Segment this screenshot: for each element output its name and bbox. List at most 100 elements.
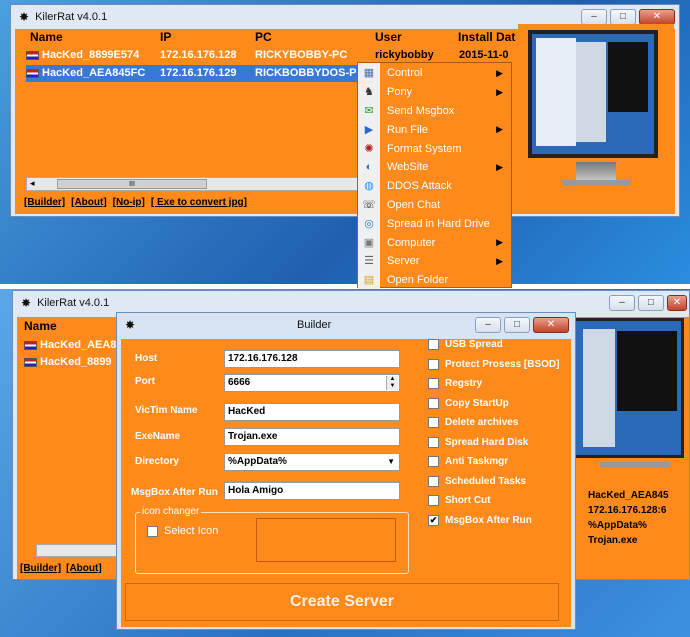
checkbox-box[interactable] xyxy=(428,436,439,448)
menu-item-label: Pony xyxy=(387,86,413,99)
horizontal-scrollbar[interactable] xyxy=(36,544,118,557)
minimize-button[interactable]: – xyxy=(609,295,635,311)
create-server-button[interactable]: Create Server xyxy=(125,583,559,621)
exe-to-jpg-link[interactable]: [ Exe to convert jpg] xyxy=(151,197,247,208)
menu-item-control[interactable]: ▦ Control ▶ xyxy=(358,64,511,83)
checkbox-box[interactable] xyxy=(428,475,439,487)
port-input[interactable]: 6666 ▲ ▼ xyxy=(224,374,400,392)
maximize-button[interactable]: □ xyxy=(610,9,636,25)
menu-item-computer[interactable]: ▣ Computer ▶ xyxy=(358,233,511,252)
exename-input[interactable]: Trojan.exe xyxy=(224,428,400,446)
option-label: Scheduled Tasks xyxy=(445,475,526,487)
icon-preview-box[interactable] xyxy=(256,518,396,562)
column-header-user[interactable]: User xyxy=(375,30,402,44)
msgbox-input[interactable]: Hola Amigo xyxy=(224,482,400,500)
menu-item-label: DDOS Attack xyxy=(387,180,452,193)
menu-item-run-file[interactable]: ▶ Run File ▶ xyxy=(358,120,511,139)
builder-title: Builder xyxy=(297,319,332,331)
run-file-icon: ▶ xyxy=(364,123,374,136)
noip-link[interactable]: [No-ip] xyxy=(113,197,145,208)
checkbox-box[interactable] xyxy=(428,495,439,507)
option-label: Anti Taskmgr xyxy=(445,456,509,468)
bottom-links-bar: [Builder] [About] xyxy=(20,563,102,574)
option-label: Protect Prosess [BSOD] xyxy=(445,358,560,370)
server-icon: ☰ xyxy=(364,255,374,268)
info-host: 172.16.176.128:6 xyxy=(588,505,667,516)
checkbox-box[interactable] xyxy=(428,378,439,390)
about-link[interactable]: [About] xyxy=(71,197,107,208)
spin-buttons[interactable]: ▲ ▼ xyxy=(386,376,398,390)
checkbox-box[interactable] xyxy=(428,358,439,370)
column-header-ip[interactable]: IP xyxy=(160,30,171,44)
victim-row[interactable]: HacKed_8899E574 172.16.176.128 RICKYBOBB… xyxy=(26,47,516,63)
create-server-label: Create Server xyxy=(289,593,395,610)
builder-link[interactable]: [Builder] xyxy=(20,563,61,574)
option-anti-taskmgr[interactable]: Anti Taskmgr xyxy=(428,452,578,472)
menu-item-website[interactable]: ◐ WebSite ▶ xyxy=(358,158,511,177)
menu-item-server[interactable]: ☰ Server ▶ xyxy=(358,252,511,271)
select-icon-checkbox[interactable]: Select Icon xyxy=(147,525,218,537)
checkbox-box[interactable] xyxy=(428,456,439,468)
victim-row-selected[interactable]: HacKed_AEA845FC 172.16.176.129 RICKBOBBY… xyxy=(26,65,362,82)
column-header-name[interactable]: Name xyxy=(30,30,63,44)
row-ip: 172.16.176.128 xyxy=(160,49,237,61)
option-short-cut[interactable]: Short Cut xyxy=(428,491,578,511)
msgbox-icon: ✉ xyxy=(364,104,374,117)
maximize-button[interactable]: □ xyxy=(504,317,530,333)
menu-item-open-chat[interactable]: ☏ Open Chat xyxy=(358,196,511,215)
remote-screen-thumbnail xyxy=(572,318,684,458)
menu-item-pony[interactable]: ♞ Pony ▶ xyxy=(358,83,511,102)
menu-item-label: Control xyxy=(387,67,423,80)
minimize-button[interactable]: – xyxy=(581,9,607,25)
option-copy-startup[interactable]: Copy StartUp xyxy=(428,394,578,414)
menu-item-label: Spread in Hard Drive xyxy=(387,217,490,230)
victim-info-panel: HacKed_AEA845 172.16.176.128:6 %AppData%… xyxy=(588,488,688,548)
minimize-button[interactable]: – xyxy=(475,317,501,333)
option-msgbox-after-run[interactable]: ✔ MsgBox After Run xyxy=(428,511,578,531)
spin-down-icon[interactable]: ▼ xyxy=(387,383,398,390)
app-logo-icon: ✸ xyxy=(21,296,32,310)
option-usb-spread[interactable]: USB Spread xyxy=(428,335,578,355)
column-header-install[interactable]: Install Dat xyxy=(458,30,516,44)
checkbox-box[interactable] xyxy=(428,417,439,429)
directory-select[interactable]: %AppData% ▼ xyxy=(224,453,400,471)
check-icon[interactable]: ✔ xyxy=(428,514,439,526)
checkbox-box[interactable] xyxy=(428,397,439,409)
chevron-down-icon[interactable]: ▼ xyxy=(387,454,395,470)
about-link[interactable]: [About] xyxy=(66,563,102,574)
flag-icon xyxy=(26,50,39,60)
close-button[interactable]: ✕ xyxy=(639,9,675,25)
spin-up-icon[interactable]: ▲ xyxy=(387,376,398,383)
menu-item-open-folder[interactable]: ▤ Open Folder xyxy=(358,271,511,290)
option-delete-archives[interactable]: Delete archives xyxy=(428,413,578,433)
option-spread-hard-disk[interactable]: Spread Hard Disk xyxy=(428,433,578,453)
menu-item-ddos-attack[interactable]: ◍ DDOS Attack xyxy=(358,177,511,196)
bottom-window-title: KilerRat v4.0.1 xyxy=(37,297,110,309)
option-protect-prosess-bsod[interactable]: Protect Prosess [BSOD] xyxy=(428,355,578,375)
builder-link[interactable]: [Builder] xyxy=(24,197,65,208)
app-logo-icon: ✸ xyxy=(19,10,30,24)
maximize-button[interactable]: □ xyxy=(638,295,664,311)
option-regstry[interactable]: Regstry xyxy=(428,374,578,394)
victim-row[interactable]: HacKed_8899 xyxy=(24,356,112,368)
close-button[interactable]: ✕ xyxy=(667,295,687,311)
host-input[interactable]: 172.16.176.128 xyxy=(224,350,400,368)
checkbox-box[interactable] xyxy=(428,339,439,351)
close-button[interactable]: ✕ xyxy=(533,317,569,333)
app-logo-icon: ✸ xyxy=(125,318,136,332)
info-name: HacKed_AEA845 xyxy=(588,490,669,501)
menu-item-format-system[interactable]: ✺ Format System xyxy=(358,139,511,158)
option-scheduled-tasks[interactable]: Scheduled Tasks xyxy=(428,472,578,492)
column-header-pc[interactable]: PC xyxy=(255,30,272,44)
menu-item-send-msgbox[interactable]: ✉ Send Msgbox xyxy=(358,102,511,121)
option-label: Copy StartUp xyxy=(445,397,509,409)
horizontal-scrollbar[interactable]: ◂ III xyxy=(26,177,358,191)
column-header-name[interactable]: Name xyxy=(24,319,57,333)
checkbox-box[interactable] xyxy=(147,525,158,537)
victim-name-input[interactable]: HacKed xyxy=(224,403,400,421)
menu-item-spread-in-hard-drive[interactable]: ◎ Spread in Hard Drive xyxy=(358,214,511,233)
victim-row[interactable]: HacKed_AEA8 xyxy=(24,339,116,351)
scroll-thumb[interactable]: III xyxy=(57,179,207,189)
option-label: Spread Hard Disk xyxy=(445,436,529,448)
scroll-left-arrow-icon[interactable]: ◂ xyxy=(30,178,35,189)
